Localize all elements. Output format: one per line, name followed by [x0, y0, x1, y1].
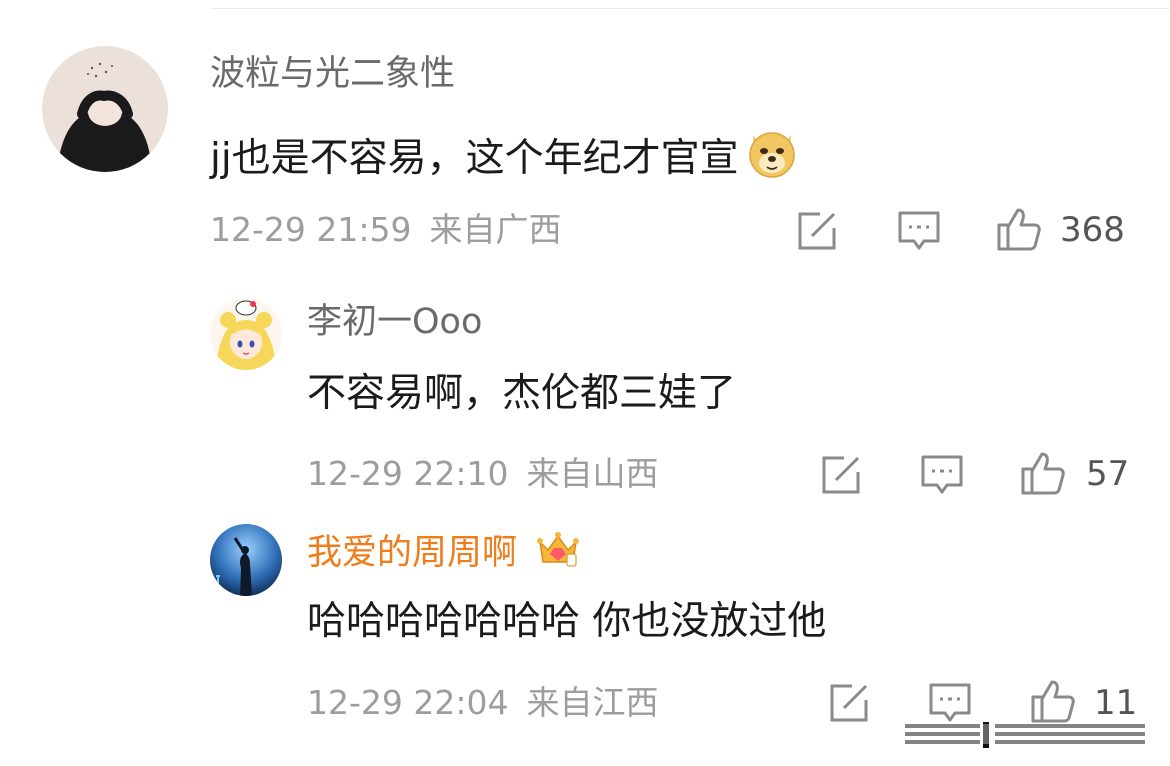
watermark-logo [905, 716, 1145, 752]
username[interactable]: 李初一Ooo [307, 302, 482, 342]
username[interactable]: 波粒与光二象性 [210, 54, 455, 94]
comment-meta: 12-29 22:04 来自江西 [307, 684, 676, 722]
comment-date: 12-29 22:10 [307, 454, 509, 493]
comment-icon[interactable] [920, 454, 964, 496]
share-icon[interactable] [820, 454, 862, 496]
comment-icon[interactable] [897, 210, 941, 252]
comment-date: 12-29 22:04 [307, 683, 509, 722]
comment-location: 来自江西 [526, 683, 659, 722]
comment-text: 哈哈哈哈哈哈哈 你也没放过他 [307, 599, 827, 644]
comment-meta: 12-29 21:59 来自广西 [210, 211, 579, 249]
avatar[interactable] [42, 46, 168, 172]
like-icon[interactable] [1020, 450, 1066, 496]
avatar[interactable] [210, 524, 282, 596]
doge-emoji [745, 125, 799, 189]
crown-badge-icon [536, 530, 580, 579]
avatar[interactable] [210, 298, 282, 370]
comment-text: jj也是不容易，这个年纪才官宣 [210, 125, 799, 189]
comment-text: 不容易啊，杰伦都三娃了 [307, 371, 737, 416]
share-icon[interactable] [796, 210, 838, 252]
comment-location: 来自山西 [526, 454, 659, 493]
comment-location: 来自广西 [429, 210, 562, 249]
username[interactable]: 我爱的周周啊 [307, 530, 580, 579]
share-icon[interactable] [828, 682, 870, 724]
username-text: 我爱的周周啊 [307, 533, 518, 573]
comment-meta: 12-29 22:10 来自山西 [307, 455, 676, 493]
like-icon[interactable] [996, 206, 1042, 252]
comment-date: 12-29 21:59 [210, 210, 412, 249]
comment-text-content: jj也是不容易，这个年纪才官宣 [210, 136, 739, 181]
like-count: 57 [1086, 454, 1130, 494]
divider [210, 8, 1170, 9]
like-count: 368 [1060, 210, 1125, 250]
